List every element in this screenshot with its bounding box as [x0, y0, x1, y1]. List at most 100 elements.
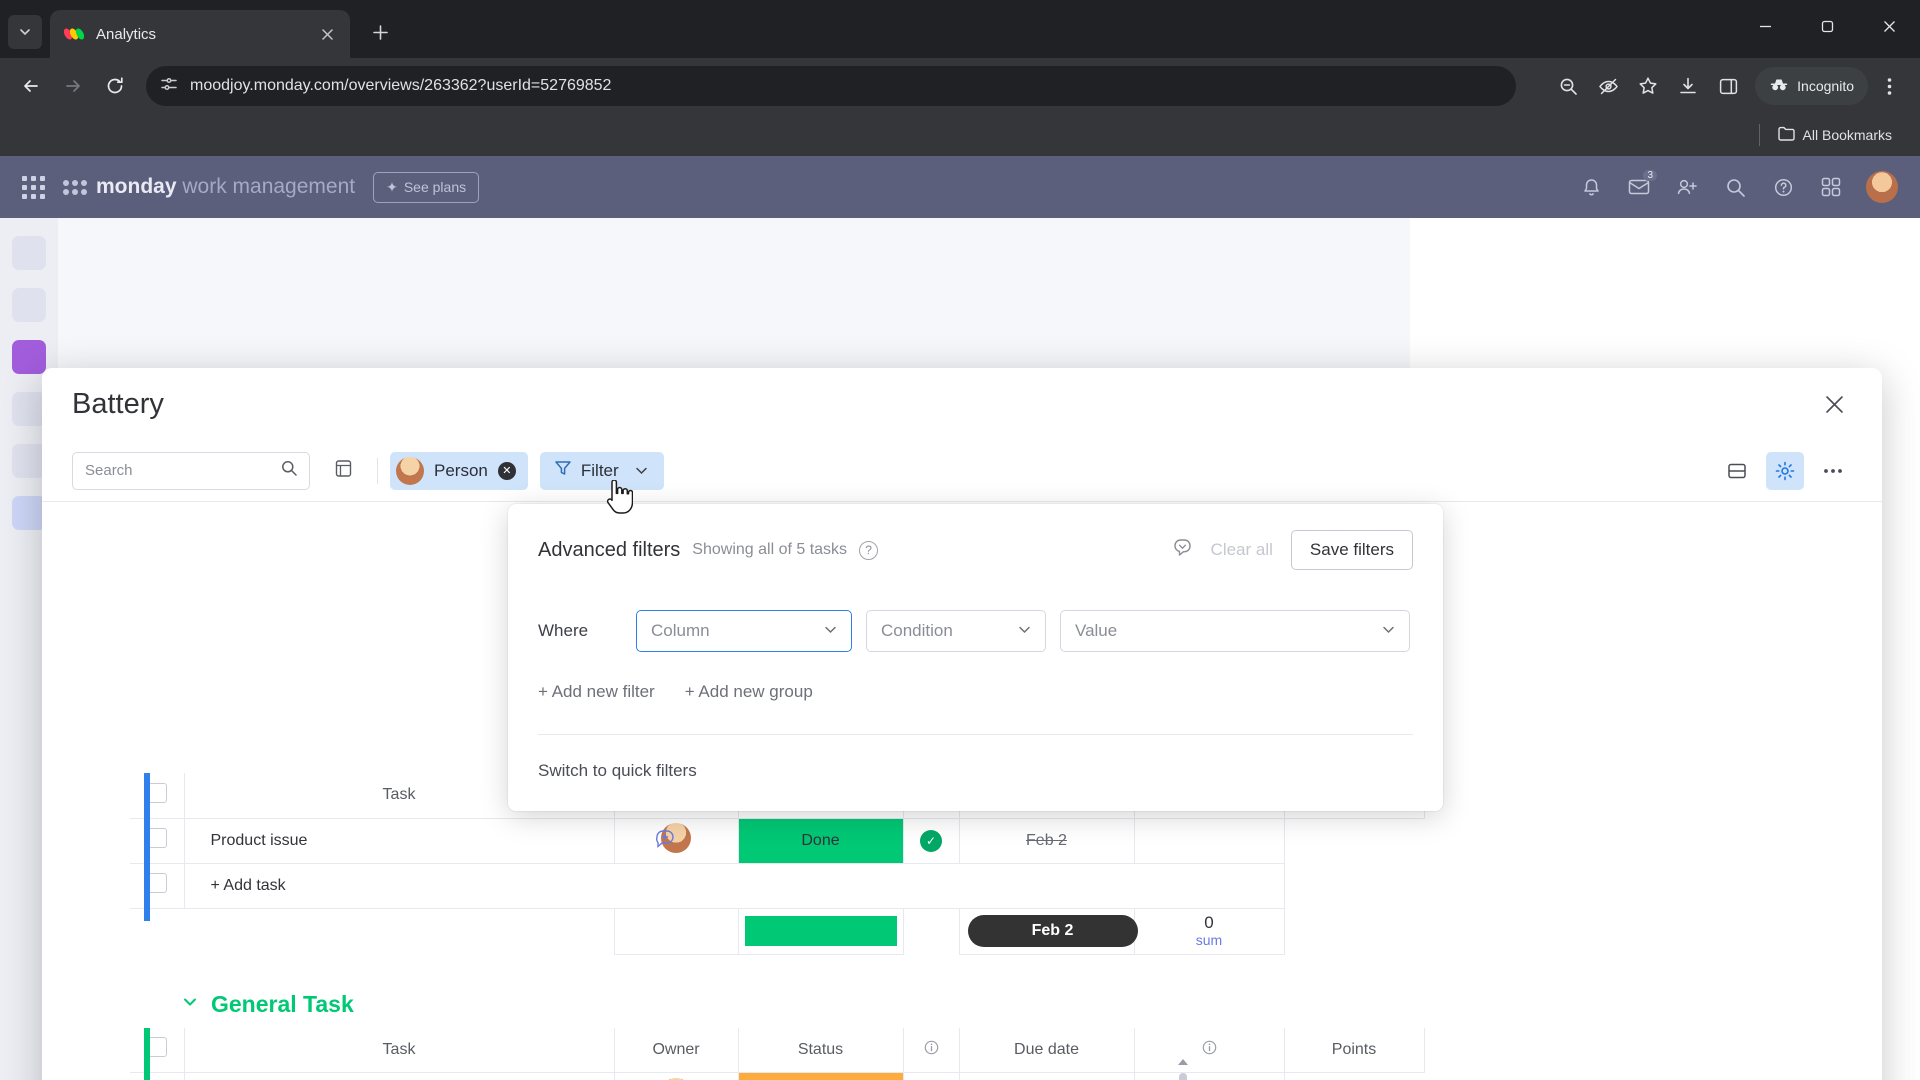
group-header-general-task[interactable]: General Task: [182, 991, 1352, 1018]
table-vertical-scrollbar[interactable]: [1174, 1058, 1192, 1080]
scrollbar-thumb[interactable]: [1179, 1073, 1187, 1080]
modal-close-button[interactable]: [1816, 386, 1852, 422]
window-close-button[interactable]: [1858, 0, 1920, 52]
tab-search-button[interactable]: [8, 15, 42, 49]
page-content: monday work management ✦ See plans 3 Bat…: [0, 156, 1920, 1080]
search-box[interactable]: [72, 451, 310, 490]
cell-points-2[interactable]: [1133, 1072, 1285, 1080]
page-info-icon[interactable]: [160, 75, 178, 98]
minimize-button[interactable]: [1734, 0, 1796, 52]
maximize-button[interactable]: [1796, 0, 1858, 52]
forward-button[interactable]: [54, 67, 92, 105]
advanced-filters-header: Advanced filters Showing all of 5 tasks …: [538, 530, 1413, 570]
value-dropdown[interactable]: Value: [1060, 610, 1410, 652]
cell-due-date-2[interactable]: [958, 1072, 1135, 1080]
column-dropdown[interactable]: Column: [636, 610, 852, 652]
close-circle-icon[interactable]: ✕: [497, 461, 516, 480]
browser-tab[interactable]: Analytics: [50, 10, 350, 58]
kebab-menu-icon[interactable]: [1870, 67, 1908, 105]
cell-status-2[interactable]: [737, 1072, 904, 1080]
advanced-filters-popover: Advanced filters Showing all of 5 tasks …: [508, 504, 1443, 811]
incognito-indicator[interactable]: Incognito: [1755, 67, 1868, 105]
search-input[interactable]: [85, 462, 273, 479]
condition-dropdown-value: Condition: [881, 621, 953, 640]
board-table-container: Task Owner Status Due date Points: [130, 773, 1425, 1080]
question-mark-icon[interactable]: ?: [859, 540, 879, 560]
add-task-label[interactable]: + Add task: [183, 862, 1285, 909]
save-filters-button[interactable]: Save filters: [1290, 530, 1413, 570]
column-dropdown-value: Column: [651, 621, 710, 640]
star-icon[interactable]: [1629, 67, 1667, 105]
rail-item-home[interactable]: [12, 236, 46, 270]
address-bar[interactable]: moodjoy.monday.com/overviews/263362?user…: [146, 66, 1516, 106]
help-icon[interactable]: [1770, 174, 1796, 200]
user-avatar[interactable]: [1866, 171, 1898, 203]
column-header-owner-2[interactable]: Owner: [613, 1027, 739, 1073]
column-header-points-2[interactable]: Points: [1283, 1027, 1425, 1073]
monday-logo[interactable]: monday work management: [63, 175, 355, 199]
modal-toolbar: Person ✕ Filter: [42, 440, 1882, 502]
add-new-filter-link[interactable]: + Add new filter: [538, 682, 655, 702]
rail-item-board-3[interactable]: [12, 496, 46, 530]
scroll-up-arrow-icon[interactable]: [1178, 1058, 1188, 1065]
eye-slash-icon[interactable]: [1589, 67, 1627, 105]
table-row[interactable]: Product issue Done ✓ Feb 2: [130, 817, 1424, 864]
search-icon[interactable]: [281, 460, 297, 481]
condition-dropdown[interactable]: Condition: [866, 610, 1046, 652]
see-plans-button[interactable]: ✦ See plans: [373, 171, 480, 203]
rail-item-board-2[interactable]: [12, 444, 46, 478]
rail-item-workspace[interactable]: [12, 340, 46, 374]
inbox-icon[interactable]: 3: [1626, 170, 1657, 200]
all-bookmarks-button[interactable]: All Bookmarks: [1770, 120, 1900, 150]
arrow-left-icon: [24, 80, 38, 92]
search-icon[interactable]: [1722, 174, 1748, 200]
summary-status-bar[interactable]: [737, 907, 904, 955]
new-tab-button[interactable]: [362, 14, 398, 50]
gear-icon[interactable]: [1766, 451, 1804, 490]
cell-task[interactable]: Product issue: [183, 817, 674, 864]
column-header-task-2[interactable]: Task: [183, 1027, 615, 1073]
more-options-icon[interactable]: [1814, 452, 1852, 490]
person-filter-chip[interactable]: Person ✕: [390, 451, 528, 490]
group-color-bar-2: [144, 1027, 150, 1080]
apps-icon[interactable]: [1818, 174, 1844, 200]
cell-task-2[interactable]: [183, 1072, 615, 1080]
header-actions: 3: [1578, 170, 1898, 203]
summary-due-date[interactable]: Feb 2: [958, 907, 1138, 955]
cell-due-date[interactable]: Feb 2: [958, 817, 1135, 864]
add-update-icon[interactable]: [654, 827, 676, 854]
invite-icon[interactable]: [1674, 174, 1700, 200]
column-header-due-date-2[interactable]: Due date: [958, 1027, 1135, 1073]
back-button[interactable]: [12, 67, 50, 105]
cell-owner-2[interactable]: [613, 1072, 739, 1080]
summary-points-label: sum: [1195, 931, 1223, 948]
side-panel-icon[interactable]: [1709, 67, 1747, 105]
column-header-due-info-2[interactable]: [1133, 1027, 1285, 1073]
filter-button[interactable]: Filter: [539, 451, 664, 490]
apps-grid-icon[interactable]: [22, 175, 45, 199]
board-view-button[interactable]: [322, 452, 365, 490]
reload-button[interactable]: [96, 67, 134, 105]
table-row-partial[interactable]: [130, 1072, 1424, 1080]
switch-to-quick-filters-link[interactable]: Switch to quick filters: [538, 761, 697, 780]
summary-points[interactable]: 0 sum: [1133, 907, 1285, 955]
column-header-status-info-2[interactable]: [902, 1027, 960, 1073]
rail-item-my-work[interactable]: [12, 288, 46, 322]
download-icon[interactable]: [1669, 67, 1707, 105]
cell-owner[interactable]: [613, 817, 739, 864]
bell-icon[interactable]: [1578, 174, 1604, 200]
zoom-out-icon[interactable]: [1549, 67, 1587, 105]
column-header-status-2[interactable]: Status: [737, 1027, 904, 1073]
split-view-icon[interactable]: [1718, 452, 1756, 490]
chevron-down-icon[interactable]: [182, 994, 198, 1014]
info-icon: [924, 1040, 938, 1055]
rail-item-board-1[interactable]: [12, 392, 46, 426]
speech-bubble-icon[interactable]: [1172, 537, 1193, 563]
add-new-group-link[interactable]: + Add new group: [685, 682, 813, 702]
cell-status[interactable]: Done: [737, 817, 904, 864]
tab-close-icon[interactable]: [314, 21, 340, 47]
clear-all-button[interactable]: Clear all: [1211, 540, 1273, 560]
add-task-row[interactable]: + Add task: [130, 862, 1424, 909]
cell-points[interactable]: [1133, 817, 1285, 864]
monday-app-header: monday work management ✦ See plans 3: [0, 156, 1920, 218]
